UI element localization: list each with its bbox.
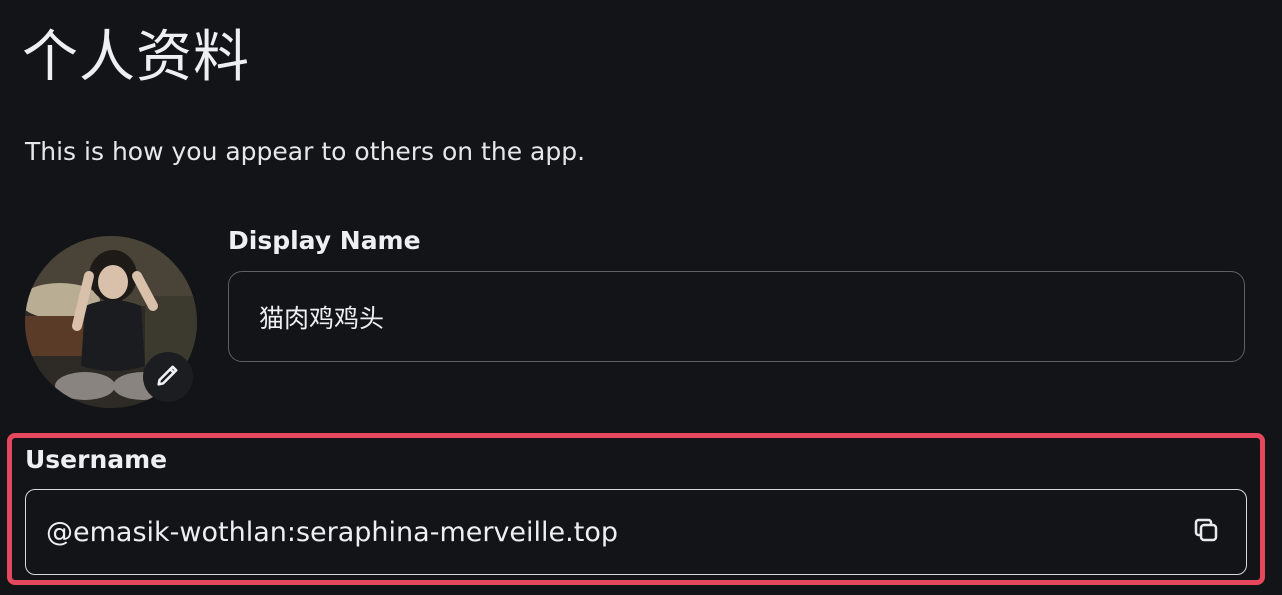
username-value: @emasik-wothlan:seraphina-merveille.top [46, 516, 618, 548]
avatar-edit-button[interactable] [143, 352, 193, 402]
copy-username-button[interactable] [1186, 512, 1226, 552]
display-name-input[interactable] [228, 271, 1245, 362]
username-label: Username [25, 445, 168, 474]
username-field: @emasik-wothlan:seraphina-merveille.top [25, 489, 1247, 575]
pencil-icon [154, 361, 182, 393]
display-name-label: Display Name [228, 226, 421, 255]
copy-icon [1191, 515, 1221, 549]
page-subtitle: This is how you appear to others on the … [25, 137, 586, 166]
profile-page: 个人资料 This is how you appear to others on… [0, 0, 1282, 595]
page-title: 个人资料 [22, 25, 250, 90]
